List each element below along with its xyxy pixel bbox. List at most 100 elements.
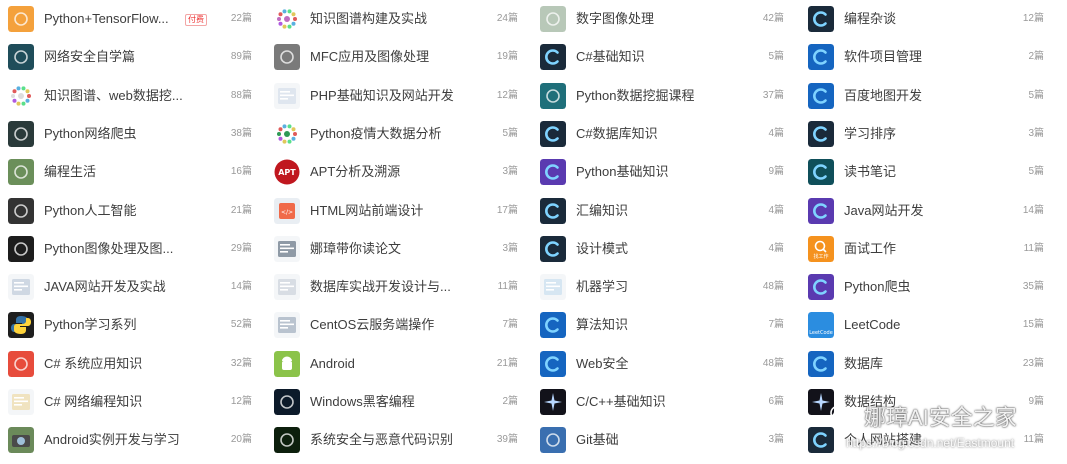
column-title[interactable]: 百度地图开发	[844, 88, 922, 104]
column-list-item[interactable]: 知识图谱、web数据挖... 88篇	[8, 82, 252, 110]
column-list-item[interactable]: Python图像处理及图... 29篇	[8, 235, 252, 263]
column-title[interactable]: LeetCode	[844, 317, 900, 333]
column-list-item[interactable]: LeetCode LeetCode 15篇	[808, 311, 1044, 339]
column-title[interactable]: 系统安全与恶意代码识别	[310, 432, 453, 448]
column-list-item[interactable]: CentOS云服务端操作 7篇	[274, 311, 518, 339]
column-title[interactable]: 编程杂谈	[844, 11, 896, 27]
column-title[interactable]: Python数据挖掘课程	[576, 88, 694, 104]
column-title[interactable]: MFC应用及图像处理	[310, 49, 429, 65]
column-title[interactable]: Python疫情大数据分析	[310, 126, 441, 142]
column-list-item[interactable]: Python爬虫 35篇	[808, 273, 1044, 301]
column-list-item[interactable]: 数字图像处理 42篇	[540, 5, 784, 33]
column-title[interactable]: Python学习系列	[44, 317, 136, 333]
article-count: 6篇	[768, 396, 784, 407]
column-list-item[interactable]: Python疫情大数据分析 5篇	[274, 120, 518, 148]
column-list-item[interactable]: 机器学习 48篇	[540, 273, 784, 301]
column-list-item[interactable]: C/C++基础知识 6篇	[540, 388, 784, 416]
column-list-item[interactable]: JAVA网站开发及实战 14篇	[8, 273, 252, 301]
column-title[interactable]: Web安全	[576, 356, 629, 372]
column-list-item[interactable]: Python学习系列 52篇	[8, 311, 252, 339]
column-title[interactable]: 知识图谱、web数据挖...	[44, 88, 183, 104]
column-list-item[interactable]: 个人网站搭建 11篇	[808, 426, 1044, 454]
column-title[interactable]: Git基础	[576, 432, 619, 448]
column-title[interactable]: 机器学习	[576, 279, 628, 295]
column-title[interactable]: APT分析及溯源	[310, 164, 400, 180]
column-title[interactable]: 汇编知识	[576, 203, 628, 219]
column-list-item[interactable]: C#基础知识 5篇	[540, 43, 784, 71]
column-list-item[interactable]: 百度地图开发 5篇	[808, 82, 1044, 110]
column-title[interactable]: 读书笔记	[844, 164, 896, 180]
column-list-item[interactable]: Python+TensorFlow... 付费 22篇	[8, 5, 252, 33]
column-list-item[interactable]: </> HTML网站前端设计 17篇	[274, 197, 518, 225]
column-list-item[interactable]: Android 21篇	[274, 350, 518, 378]
column-list-item[interactable]: MFC应用及图像处理 19篇	[274, 43, 518, 71]
column-title[interactable]: 个人网站搭建	[844, 432, 922, 448]
column-title[interactable]: 网络安全自学篇	[44, 49, 135, 65]
column-title[interactable]: C#数据库知识	[576, 126, 658, 142]
column-list-item[interactable]: PHP基础知识及网站开发 12篇	[274, 82, 518, 110]
column-list-item[interactable]: Web安全 48篇	[540, 350, 784, 378]
column-list-item[interactable]: Java网站开发 14篇	[808, 197, 1044, 225]
column-list-item[interactable]: APT APT分析及溯源 3篇	[274, 158, 518, 186]
column-list-item[interactable]: Windows黑客编程 2篇	[274, 388, 518, 416]
column-list-item[interactable]: 学习排序 3篇	[808, 120, 1044, 148]
column-title[interactable]: 数据库实战开发设计与...	[310, 279, 451, 295]
column-list-item[interactable]: 读书笔记 5篇	[808, 158, 1044, 186]
column-title[interactable]: 数据结构	[844, 394, 896, 410]
column-title[interactable]: Python爬虫	[844, 279, 910, 295]
column-title[interactable]: 数据库	[844, 356, 883, 372]
column-list-item[interactable]: 算法知识 7篇	[540, 311, 784, 339]
column-list-item[interactable]: 编程杂谈 12篇	[808, 5, 1044, 33]
column-list-item[interactable]: 娜璋带你读论文 3篇	[274, 235, 518, 263]
column-list-item[interactable]: Git基础 3篇	[540, 426, 784, 454]
column-title[interactable]: C#基础知识	[576, 49, 645, 65]
column-list-item[interactable]: Python基础知识 9篇	[540, 158, 784, 186]
column-title[interactable]: 编程生活	[44, 164, 96, 180]
column-title[interactable]: JAVA网站开发及实战	[44, 279, 166, 295]
graph-colorful-icon	[274, 6, 300, 32]
column-title[interactable]: Java网站开发	[844, 203, 923, 219]
column-title[interactable]: 学习排序	[844, 126, 896, 142]
column-list-item[interactable]: Python人工智能 21篇	[8, 197, 252, 225]
column-title[interactable]: C# 系统应用知识	[44, 356, 142, 372]
column-list-item[interactable]: 数据结构 9篇	[808, 388, 1044, 416]
column-title[interactable]: 算法知识	[576, 317, 628, 333]
column-title[interactable]: Android	[310, 356, 355, 372]
column-list-item[interactable]: 软件项目管理 2篇	[808, 43, 1044, 71]
column-list-item[interactable]: 系统安全与恶意代码识别 39篇	[274, 426, 518, 454]
column-list-item[interactable]: C#数据库知识 4篇	[540, 120, 784, 148]
column-title[interactable]: CentOS云服务端操作	[310, 317, 434, 333]
column-list-item[interactable]: 数据库实战开发设计与... 11篇	[274, 273, 518, 301]
article-count: 17篇	[496, 205, 518, 216]
column-title[interactable]: 知识图谱构建及实战	[310, 11, 427, 27]
column-title[interactable]: Python基础知识	[576, 164, 668, 180]
column-list-item[interactable]: Android实例开发与学习 20篇	[8, 426, 252, 454]
column-list-item[interactable]: Python数据挖掘课程 37篇	[540, 82, 784, 110]
column-title[interactable]: C# 网络编程知识	[44, 394, 142, 410]
column-title[interactable]: 软件项目管理	[844, 49, 922, 65]
virus-icon	[274, 121, 300, 147]
column-list-item[interactable]: 知识图谱构建及实战 24篇	[274, 5, 518, 33]
column-title[interactable]: HTML网站前端设计	[310, 203, 423, 219]
column-list-item[interactable]: 汇编知识 4篇	[540, 197, 784, 225]
column-title[interactable]: Python网络爬虫	[44, 126, 136, 142]
column-title[interactable]: C/C++基础知识	[576, 394, 666, 410]
column-title[interactable]: 面试工作	[844, 241, 896, 257]
column-list-item[interactable]: C# 系统应用知识 32篇	[8, 350, 252, 378]
column-list-item[interactable]: 网络安全自学篇 89篇	[8, 43, 252, 71]
column-list-item[interactable]: 数据库 23篇	[808, 350, 1044, 378]
column-title[interactable]: 娜璋带你读论文	[310, 241, 401, 257]
column-list-item[interactable]: 找工作 面试工作 11篇	[808, 235, 1044, 263]
column-title[interactable]: Windows黑客编程	[310, 394, 415, 410]
column-title[interactable]: PHP基础知识及网站开发	[310, 88, 454, 104]
column-list-item[interactable]: 编程生活 16篇	[8, 158, 252, 186]
column-list-item[interactable]: 设计模式 4篇	[540, 235, 784, 263]
column-title[interactable]: Python+TensorFlow...	[44, 11, 169, 27]
column-list-item[interactable]: Python网络爬虫 38篇	[8, 120, 252, 148]
column-title[interactable]: 设计模式	[576, 241, 628, 257]
column-title[interactable]: Android实例开发与学习	[44, 432, 180, 448]
column-title[interactable]: Python人工智能	[44, 203, 136, 219]
column-list-item[interactable]: C# 网络编程知识 12篇	[8, 388, 252, 416]
column-title[interactable]: 数字图像处理	[576, 11, 654, 27]
column-title[interactable]: Python图像处理及图...	[44, 241, 173, 257]
